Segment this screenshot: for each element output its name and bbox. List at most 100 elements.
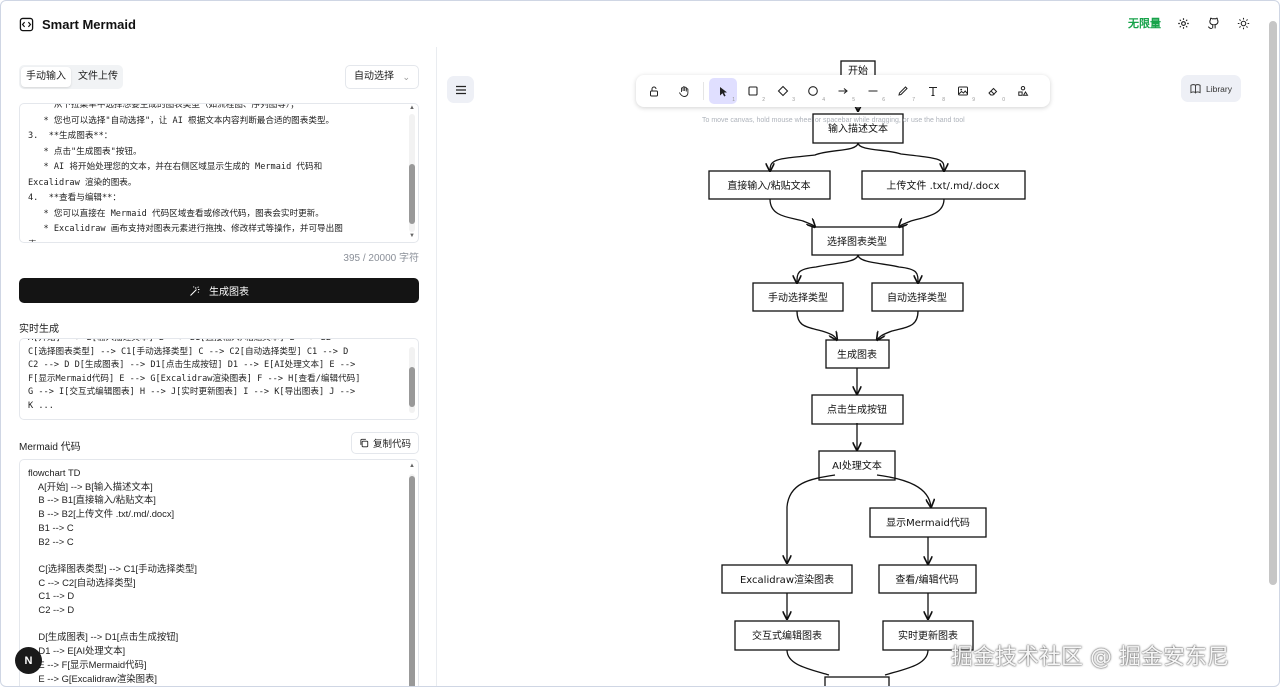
book-icon bbox=[1190, 84, 1201, 94]
usage-badge: 无限量 bbox=[1128, 18, 1161, 30]
app-window: Smart Mermaid 无限量 手动输入 文件上传 自动选择 ⌄ 从下拉菜单… bbox=[0, 0, 1280, 687]
live-output[interactable]: A[开始] --> B[输入描述文本] B --> B1[直接输入/粘贴文本] … bbox=[19, 338, 419, 420]
node-choose-type-label: 选择图表类型 bbox=[827, 235, 887, 248]
mermaid-code-editor[interactable]: flowchart TD A[开始] --> B[输入描述文本] B --> B… bbox=[19, 459, 419, 686]
tool-image[interactable]: 9 bbox=[949, 78, 977, 104]
excalidraw-canvas[interactable]: 开始 输入描述文本 直接输入/粘贴文本 上传文件 .txt/.md/.docx … bbox=[437, 47, 1271, 687]
logo[interactable]: Smart Mermaid bbox=[19, 17, 136, 32]
node-export[interactable] bbox=[824, 676, 890, 687]
logo-icon bbox=[19, 17, 34, 31]
scrollbar[interactable] bbox=[409, 114, 415, 232]
scroll-down-icon[interactable]: ▼ bbox=[409, 233, 415, 239]
watermark: 掘金技术社区 @ 掘金安东尼 bbox=[951, 645, 1229, 670]
live-line: G --> I[交互式编辑图表] H --> J[实时更新图表] I --> K… bbox=[28, 387, 356, 397]
drawing-toolbar: 1 2 3 4 5 6 7 8 9 0 bbox=[636, 75, 1050, 107]
code-line: B1 --> C bbox=[28, 521, 74, 533]
tool-line[interactable]: 6 bbox=[859, 78, 887, 104]
tool-rectangle[interactable]: 2 bbox=[739, 78, 767, 104]
chevron-down-icon: ⌄ bbox=[402, 72, 410, 82]
scrollbar[interactable] bbox=[409, 474, 415, 686]
node-show-mermaid-label: 显示Mermaid代码 bbox=[886, 517, 970, 529]
tool-diamond[interactable]: 3 bbox=[769, 78, 797, 104]
desc-line: * 点击"生成图表"按钮。 bbox=[28, 146, 142, 157]
scrollbar-thumb[interactable] bbox=[409, 367, 415, 407]
node-excalidraw-label: Excalidraw渲染图表 bbox=[740, 573, 834, 586]
sun-icon[interactable] bbox=[1235, 15, 1251, 31]
code-line: B --> B2[上传文件 .txt/.md/.docx] bbox=[28, 508, 175, 520]
mermaid-label: Mermaid 代码 bbox=[19, 442, 81, 453]
scroll-up-icon[interactable]: ▲ bbox=[409, 463, 415, 469]
eraser-icon bbox=[988, 87, 998, 96]
scroll-up-icon[interactable]: ▲ bbox=[409, 105, 415, 111]
copy-code-label: 复制代码 bbox=[372, 439, 411, 450]
copy-code-button[interactable]: 复制代码 bbox=[350, 432, 419, 454]
live-line: C[选择图表类型] --> C1[手动选择类型] C --> C2[自动选择类型… bbox=[28, 346, 349, 357]
tool-shortcut: 9 bbox=[972, 97, 975, 103]
desc-line: 表。 bbox=[28, 238, 406, 243]
scrollbar[interactable] bbox=[409, 347, 415, 413]
code-line: C1 --> D bbox=[28, 590, 75, 602]
tab-file-upload[interactable]: 文件上传 bbox=[73, 67, 123, 87]
tool-shortcut: 4 bbox=[822, 97, 825, 103]
edge bbox=[899, 198, 945, 227]
library-button[interactable]: Library bbox=[1181, 75, 1241, 102]
diagram-type-select[interactable]: 自动选择 ⌄ bbox=[345, 65, 419, 89]
desc-line: * Excalidraw 画布支持对图表元素进行拖拽、修改样式等操作，并可导出图 bbox=[28, 224, 343, 234]
tab-manual-input[interactable]: 手动输入 bbox=[21, 67, 71, 87]
node-realtime-label: 实时更新图表 bbox=[898, 629, 958, 642]
live-line: A[开始] --> B[输入描述文本] B --> B1[直接输入/粘贴文本] … bbox=[28, 338, 332, 343]
node-view-edit-label: 查看/编辑代码 bbox=[895, 573, 958, 586]
edge bbox=[786, 649, 830, 676]
code-line: A[开始] --> B[输入描述文本] bbox=[28, 480, 153, 492]
input-panel: 手动输入 文件上传 自动选择 ⌄ 从下拉菜单中选择想要生成的图表类型（如流程图、… bbox=[19, 63, 419, 686]
shapes-icon bbox=[1018, 86, 1029, 96]
description-textarea[interactable]: 从下拉菜单中选择想要生成的图表类型（如流程图、序列图等）； * 您也可以选择"自… bbox=[19, 103, 419, 243]
tool-eraser[interactable]: 0 bbox=[979, 78, 1007, 104]
tool-shapes[interactable] bbox=[1009, 78, 1037, 104]
gear-icon[interactable] bbox=[1175, 15, 1191, 31]
text-icon bbox=[929, 86, 937, 97]
edge bbox=[884, 649, 929, 676]
diagram-type-value: 自动选择 bbox=[354, 71, 394, 82]
line-icon bbox=[868, 90, 878, 92]
generate-button[interactable]: 生成图表 bbox=[19, 278, 419, 303]
tool-shortcut: 8 bbox=[942, 97, 945, 103]
scrollbar-thumb[interactable] bbox=[409, 164, 415, 224]
tool-selection[interactable]: 1 bbox=[709, 78, 737, 104]
desc-line: Excalidraw 渲染的图表。 bbox=[28, 177, 137, 188]
edge bbox=[769, 198, 815, 227]
toolbar-separator bbox=[703, 82, 704, 100]
tool-pencil[interactable]: 7 bbox=[889, 78, 917, 104]
tool-lock[interactable] bbox=[640, 78, 668, 104]
node-ai-label: AI处理文本 bbox=[832, 459, 882, 472]
desc-line: * AI 将开始处理您的文本，并在右侧区域显示生成的 Mermaid 代码和 bbox=[28, 162, 323, 172]
tool-ellipse[interactable]: 4 bbox=[799, 78, 827, 104]
magic-wand-icon bbox=[190, 285, 200, 296]
desc-line: * 您可以直接在 Mermaid 代码区域查看或修改代码，图表会实时更新。 bbox=[28, 208, 324, 219]
lock-icon bbox=[650, 86, 658, 97]
tool-arrow[interactable]: 5 bbox=[829, 78, 857, 104]
tool-shortcut: 7 bbox=[912, 97, 915, 103]
tool-hand[interactable] bbox=[670, 78, 698, 104]
tool-shortcut: 0 bbox=[1002, 97, 1005, 103]
canvas-hint: To move canvas, hold mouse wheel or spac… bbox=[702, 117, 965, 124]
menu-button[interactable] bbox=[447, 76, 474, 103]
pencil-icon bbox=[898, 86, 908, 96]
tool-text[interactable]: 8 bbox=[919, 78, 947, 104]
edge bbox=[796, 310, 837, 340]
live-output-text: A[开始] --> B[输入描述文本] B --> B1[直接输入/粘贴文本] … bbox=[28, 338, 404, 413]
n-badge[interactable]: N bbox=[15, 647, 42, 674]
page-scrollbar[interactable] bbox=[1269, 21, 1277, 585]
edge bbox=[787, 474, 836, 563]
scrollbar-thumb[interactable] bbox=[409, 476, 415, 686]
tool-shortcut: 3 bbox=[792, 97, 795, 103]
ellipse-icon bbox=[808, 86, 818, 96]
live-line: C2 --> D D[生成图表] --> D1[点击生成按钮] D1 --> E… bbox=[28, 360, 356, 370]
desc-line: * 您也可以选择"自动选择"，让 AI 根据文本内容判断最合适的图表类型。 bbox=[28, 115, 335, 126]
code-line: flowchart TD bbox=[28, 467, 81, 478]
github-icon[interactable] bbox=[1205, 15, 1221, 31]
mermaid-code-text: flowchart TD A[开始] --> B[输入描述文本] B --> B… bbox=[28, 466, 404, 685]
tool-shortcut: 2 bbox=[762, 97, 765, 103]
tool-shortcut: 1 bbox=[732, 97, 735, 103]
node-auto-label: 自动选择类型 bbox=[887, 291, 947, 304]
